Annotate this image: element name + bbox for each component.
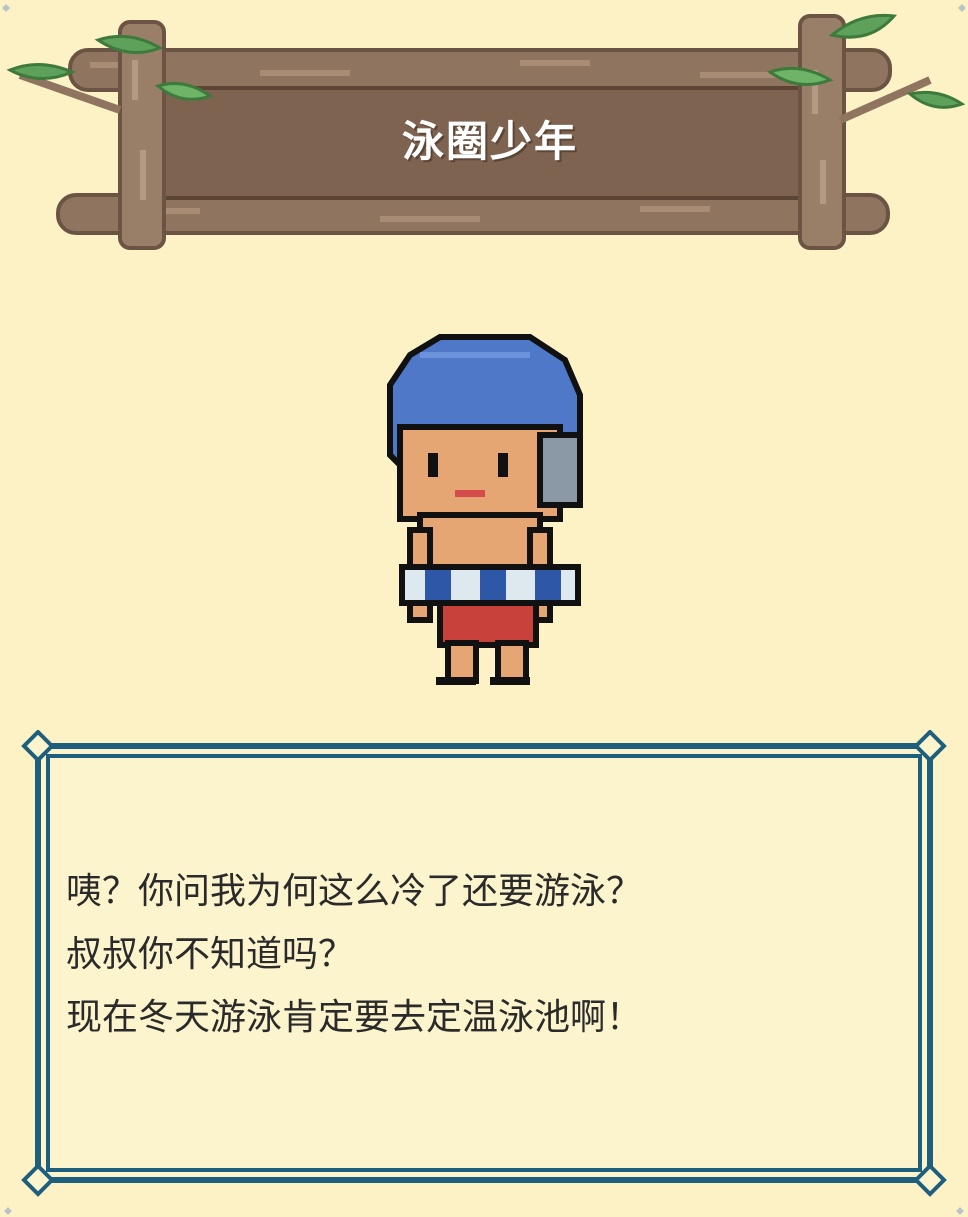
title-banner: 泳圈少年 [0, 0, 968, 270]
dialog-line: 叔叔你不知道吗？ [66, 934, 355, 975]
corner-diamond-icon [956, 1207, 964, 1215]
dialog-line: 现在冬天游泳肯定要去定温泳池啊！ [66, 997, 643, 1038]
dialog-text: 咦？你问我为何这么冷了还要游泳？ 叔叔你不知道吗？ 现在冬天游泳肯定要去定温泳池… [66, 860, 916, 1049]
dialog-line: 咦？你问我为何这么冷了还要游泳？ [66, 871, 643, 912]
corner-diamond-icon [4, 1207, 12, 1215]
swim-ring-boy-sprite-icon [387, 334, 583, 685]
npc-name-title: 泳圈少年 [401, 117, 578, 166]
dialog-box[interactable]: 咦？你问我为何这么冷了还要游泳？ 叔叔你不知道吗？ 现在冬天游泳肯定要去定温泳池… [20, 730, 948, 1198]
